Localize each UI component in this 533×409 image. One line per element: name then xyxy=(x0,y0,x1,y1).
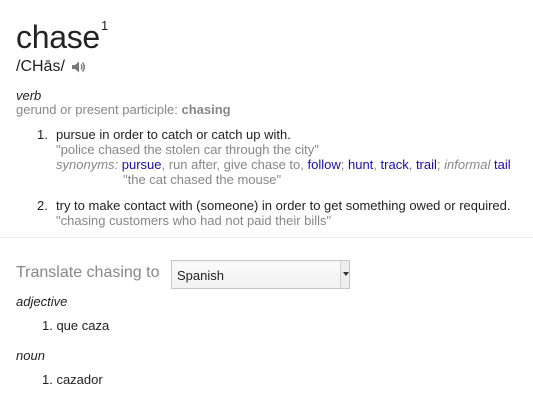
gerund-label: gerund or present participle: xyxy=(16,102,182,117)
synonym-link[interactable]: follow xyxy=(308,157,341,172)
synonyms-line: synonyms: pursue, run after, give chase … xyxy=(56,157,511,172)
synonym-link-informal[interactable]: tail xyxy=(494,157,511,172)
synonym-example: "the cat chased the mouse" xyxy=(123,172,282,187)
homograph-number: 1 xyxy=(101,18,109,33)
synonym-text: , run after, give chase to, xyxy=(161,157,308,172)
definition-example: "chasing customers who had not paid thei… xyxy=(56,213,332,228)
definition-example: "police chased the stolen car through th… xyxy=(56,142,319,157)
phonetic-text: /CHās/ xyxy=(16,58,65,75)
gerund-value: chasing xyxy=(181,102,231,117)
section-divider xyxy=(0,237,533,238)
part-of-speech-verb: verb xyxy=(16,88,42,103)
translation-pos-adjective: adjective xyxy=(16,294,68,309)
speaker-icon[interactable] xyxy=(70,59,86,75)
translate-label: Translate chasing to xyxy=(16,264,160,281)
informal-label: informal xyxy=(444,157,491,172)
language-select-value: Spanish xyxy=(177,268,224,283)
synonym-link[interactable]: hunt xyxy=(348,157,373,172)
synonym-separator: ; xyxy=(340,157,348,172)
synonym-separator: , xyxy=(408,157,416,172)
phonetic-row: /CHās/ xyxy=(16,57,86,77)
definition-meaning: pursue in order to catch or catch up wit… xyxy=(56,127,291,142)
headword: chase xyxy=(16,19,100,55)
dropdown-arrow-icon[interactable] xyxy=(340,261,349,288)
language-select[interactable]: Spanish xyxy=(171,260,350,289)
synonym-link[interactable]: track xyxy=(381,157,409,172)
definition-number: 2. xyxy=(37,198,48,213)
definition-number: 1. xyxy=(37,127,48,142)
synonym-link[interactable]: trail xyxy=(416,157,437,172)
synonym-link[interactable]: pursue xyxy=(122,157,162,172)
translation-item: 1. que caza xyxy=(42,318,110,333)
translation-item: 1. cazador xyxy=(42,372,103,387)
synonyms-label: synonyms: xyxy=(56,157,119,172)
translation-pos-noun: noun xyxy=(16,348,45,363)
gerund-line: gerund or present participle: chasing xyxy=(16,102,231,117)
definition-meaning: try to make contact with (someone) in or… xyxy=(56,198,511,213)
synonym-separator: , xyxy=(373,157,381,172)
